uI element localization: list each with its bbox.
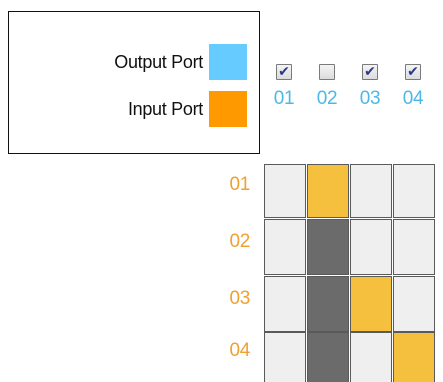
legend-output-label: Output Port bbox=[114, 51, 203, 72]
output-port-checkbox-2[interactable] bbox=[319, 64, 335, 80]
row-label: 02 bbox=[229, 231, 250, 252]
column-label: 02 bbox=[316, 88, 338, 109]
checkbox-checked-icon: ✔ bbox=[407, 63, 419, 79]
checkbox-checked-icon: ✔ bbox=[278, 63, 290, 79]
legend-output-row: Output Port bbox=[114, 44, 247, 80]
matrix-cell-r4-c3[interactable] bbox=[350, 332, 392, 382]
matrix-cell-r1-c4[interactable] bbox=[393, 164, 435, 218]
matrix-cell-r3-c2[interactable] bbox=[307, 276, 349, 332]
column-label: 03 bbox=[359, 88, 381, 109]
matrix-cell-r2-c4[interactable] bbox=[393, 219, 435, 275]
output-port-checkbox-1[interactable]: ✔ bbox=[276, 63, 292, 80]
column-header-1: ✔ 01 bbox=[264, 63, 304, 110]
legend-input-row: Input Port bbox=[128, 91, 247, 127]
output-port-swatch bbox=[209, 44, 247, 80]
matrix-cell-r3-c3[interactable] bbox=[350, 276, 392, 332]
checkbox-checked-icon: ✔ bbox=[364, 63, 376, 79]
legend-box: Output Port Input Port bbox=[8, 11, 260, 154]
column-header-4: ✔ 04 bbox=[393, 63, 433, 110]
column-label: 04 bbox=[402, 88, 424, 109]
output-port-checkbox-4[interactable]: ✔ bbox=[405, 63, 421, 80]
matrix-cell-r4-c4[interactable] bbox=[393, 332, 435, 382]
matrix-cell-r2-c3[interactable] bbox=[350, 219, 392, 275]
column-label: 01 bbox=[273, 88, 295, 109]
port-matrix-panel: Output Port Input Port ✔ 01 02 ✔ 03 ✔ 04… bbox=[0, 0, 443, 382]
matrix-cell-r4-c2[interactable] bbox=[307, 332, 349, 382]
row-label: 03 bbox=[229, 288, 250, 309]
column-header-2: 02 bbox=[307, 64, 347, 110]
matrix-cell-r1-c2[interactable] bbox=[307, 164, 349, 218]
row-label: 01 bbox=[229, 174, 250, 195]
row-label: 04 bbox=[229, 340, 250, 361]
matrix-cell-r2-c1[interactable] bbox=[264, 219, 306, 275]
output-port-checkbox-3[interactable]: ✔ bbox=[362, 63, 378, 80]
matrix-cell-r1-c1[interactable] bbox=[264, 164, 306, 218]
port-matrix-grid bbox=[264, 164, 443, 382]
matrix-cell-r3-c4[interactable] bbox=[393, 276, 435, 332]
matrix-cell-r4-c1[interactable] bbox=[264, 332, 306, 382]
legend-input-label: Input Port bbox=[127, 98, 203, 119]
matrix-cell-r1-c3[interactable] bbox=[350, 164, 392, 218]
matrix-cell-r2-c2[interactable] bbox=[307, 219, 349, 275]
matrix-cell-r3-c1[interactable] bbox=[264, 276, 306, 332]
column-header-3: ✔ 03 bbox=[350, 63, 390, 110]
input-port-swatch bbox=[209, 91, 247, 127]
